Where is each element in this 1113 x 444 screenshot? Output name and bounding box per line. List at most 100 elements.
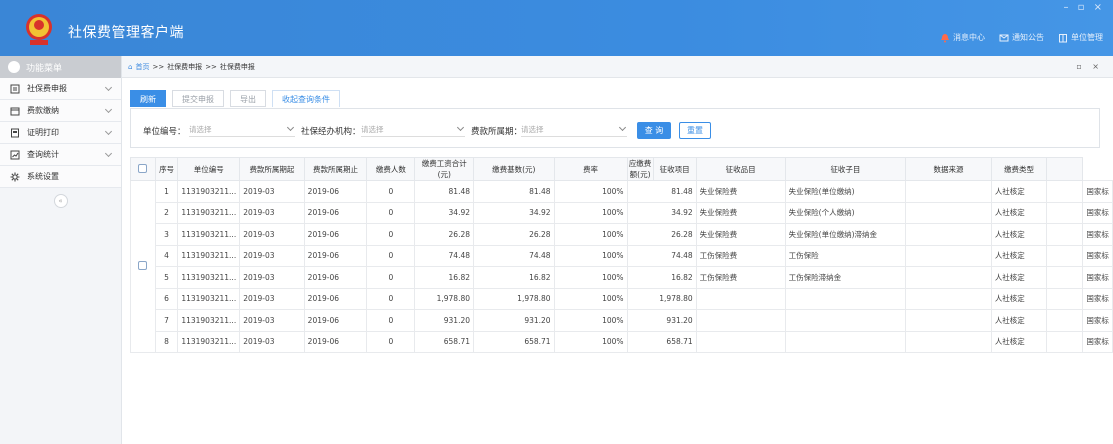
table-cell: 2019-06 (303, 287, 368, 310)
table-row[interactable]: 5 1131903211... 2019-03 2019-06 0 16.82 16.82 1… (131, 266, 1113, 289)
sidebar-collapse-button[interactable]: « (53, 194, 68, 208)
row-select-cell[interactable] (130, 180, 156, 353)
declaration-table: 序号 单位编号 费款所属期起 费款所属期止 缴费人数 缴费工资合计(元) 缴费基… (130, 157, 1113, 444)
export-button[interactable]: 导出 (230, 90, 266, 107)
table-cell: 失业保险费 (695, 201, 786, 224)
column-header[interactable]: 征收品目 (695, 157, 786, 181)
query-button[interactable]: 查 询 (637, 122, 671, 139)
table-cell (905, 287, 992, 310)
table-cell (1046, 287, 1084, 310)
column-header[interactable]: 应缴费额(元) (626, 157, 654, 181)
sidebar: 功能菜单 社保费申报 费款缴纳 证明打印 查询统计 系统设置 « (0, 56, 122, 444)
table-cell: 2019-03 (239, 266, 305, 289)
table-row[interactable]: 3 1131903211... 2019-03 2019-06 0 26.28 26.28 1… (131, 223, 1113, 246)
refresh-button[interactable]: 刷新 (130, 90, 166, 107)
table-cell: 国家标 (1082, 223, 1113, 246)
table-cell: 失业保险费 (695, 180, 786, 203)
row-group-checkbox[interactable] (138, 261, 148, 270)
table-cell: 2019-06 (303, 180, 368, 203)
table-cell: 2019-06 (303, 201, 368, 224)
column-header[interactable]: 缴费工资合计(元) (414, 157, 475, 181)
table-row[interactable]: 8 1131903211... 2019-03 2019-06 0 658.71 658.7… (131, 330, 1113, 353)
column-header[interactable]: 征收项目 (652, 157, 697, 181)
message-center-link[interactable]: 消息中心 (940, 32, 985, 43)
sidebar-item-query-stats[interactable]: 查询统计 (0, 144, 121, 166)
table-row[interactable]: 2 1131903211... 2019-03 2019-06 0 34.92 34.92 1… (131, 201, 1113, 224)
notice-label: 通知公告 (1012, 33, 1044, 42)
table-cell: 931.20 (414, 309, 475, 332)
breadcrumb-item[interactable]: 社保费申报 (167, 62, 202, 72)
period-select[interactable]: 请选择 (521, 122, 627, 137)
column-header[interactable] (1046, 157, 1084, 181)
tab-window-controls[interactable]: ▫ × (1076, 62, 1103, 71)
table-cell: 人社核定 (990, 330, 1048, 353)
column-header[interactable]: 缴费人数 (366, 157, 416, 181)
table-cell: 5 (154, 266, 179, 289)
table-cell: 74.48 (414, 244, 475, 267)
table-cell: 1131903211... (177, 309, 241, 332)
select-all-cell[interactable] (130, 157, 156, 181)
function-menu-header[interactable]: 功能菜单 (0, 56, 121, 78)
chevron-down-icon (104, 149, 113, 158)
table-cell: 国家标 (1082, 201, 1113, 224)
column-header[interactable]: 缴费类型 (990, 157, 1048, 181)
table-cell: 81.48 (414, 180, 475, 203)
select-all-checkbox[interactable] (138, 163, 148, 173)
print-doc-icon (11, 128, 19, 137)
home-icon[interactable]: ⌂ (128, 63, 132, 71)
table-cell: 失业保险费 (695, 223, 786, 246)
table-cell (784, 309, 907, 332)
table-cell: 0 (366, 330, 416, 353)
agency-select[interactable]: 请选择 (361, 122, 465, 137)
column-header[interactable]: 缴费基数(元) (473, 157, 555, 181)
bell-icon (941, 33, 949, 42)
column-header[interactable]: 费率 (553, 157, 628, 181)
app-title: 社保费管理客户端 (68, 25, 184, 41)
table-cell: 工伤保险 (784, 244, 907, 267)
table-row[interactable]: 4 1131903211... 2019-03 2019-06 0 74.48 74.48 1… (131, 244, 1113, 267)
table-cell (784, 330, 907, 353)
table-cell: 74.48 (626, 244, 697, 267)
window-controls[interactable]: – ▫ × (1063, 2, 1105, 13)
chevron-down-icon (104, 105, 113, 114)
column-header[interactable]: 数据来源 (905, 157, 992, 181)
table-cell: 931.20 (626, 309, 697, 332)
table-cell (695, 287, 786, 310)
table-row[interactable]: 1 1131903211... 2019-03 2019-06 0 81.48 81.48 1… (130, 180, 1113, 353)
table-cell: 国家标 (1082, 244, 1113, 267)
sidebar-item-declaration[interactable]: 社保费申报 (0, 78, 121, 100)
table-cell: 2019-03 (239, 223, 305, 246)
table-row[interactable]: 6 1131903211... 2019-03 2019-06 0 1,978.80 1,9… (131, 287, 1113, 310)
agency-label: 社保经办机构： (301, 127, 361, 137)
column-header[interactable]: 费款所属期起 (239, 157, 305, 181)
table-cell (905, 266, 992, 289)
table-cell (1046, 201, 1084, 224)
unit-code-select[interactable]: 请选择 (189, 122, 295, 137)
table-cell: 人社核定 (990, 287, 1048, 310)
reset-button[interactable]: 重置 (679, 122, 711, 139)
table-cell: 74.48 (473, 244, 555, 267)
table-row[interactable]: 7 1131903211... 2019-03 2019-06 0 931.20 931.2… (131, 309, 1113, 332)
sidebar-item-payment[interactable]: 费款缴纳 (0, 100, 121, 122)
collapse-query-tab[interactable]: 收起查询条件 (272, 90, 340, 107)
column-header[interactable]: 单位编号 (177, 157, 241, 181)
column-header[interactable]: 征收子目 (784, 157, 907, 181)
table-cell: 人社核定 (990, 180, 1048, 203)
breadcrumb-home[interactable]: 首页 (135, 62, 149, 72)
column-header[interactable]: 序号 (154, 157, 179, 181)
unit-management-link[interactable]: 单位管理 (1058, 32, 1103, 43)
table-cell: 100% (553, 223, 628, 246)
notice-link[interactable]: 通知公告 (999, 32, 1044, 43)
sidebar-item-system-settings[interactable]: 系统设置 (0, 166, 121, 188)
table-cell: 国家标 (1082, 330, 1113, 353)
column-header[interactable]: 费款所属期止 (303, 157, 368, 181)
chevron-down-icon (456, 123, 465, 132)
function-menu-label: 功能菜单 (26, 63, 63, 74)
table-cell: 2019-06 (303, 223, 368, 246)
table-cell: 100% (553, 266, 628, 289)
table-cell: 658.71 (473, 330, 555, 353)
submit-declaration-button[interactable]: 提交申报 (172, 90, 224, 107)
sidebar-item-certificate-print[interactable]: 证明打印 (0, 122, 121, 144)
table-cell: 2019-03 (239, 180, 305, 203)
table-cell: 1,978.80 (473, 287, 555, 310)
